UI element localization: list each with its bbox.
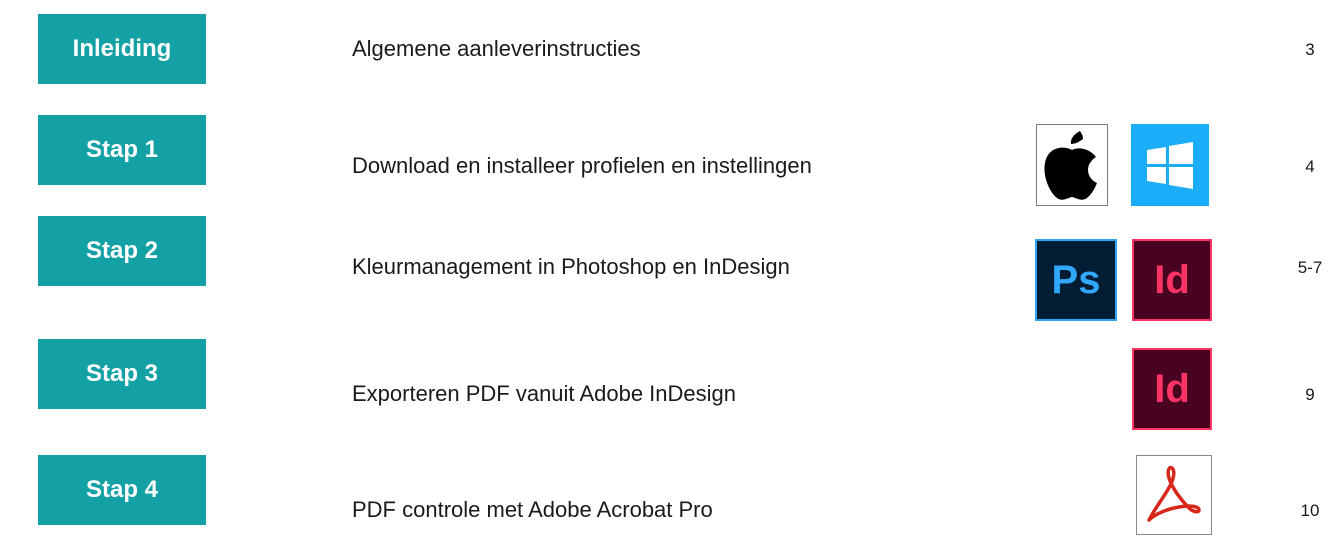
- toc-title[interactable]: Algemene aanleverinstructies: [352, 36, 641, 62]
- toc-row-stap-1: Stap 1 Download en installeer profielen …: [0, 115, 1330, 206]
- indesign-icon: Id: [1132, 348, 1212, 430]
- page-number: 3: [1305, 40, 1315, 59]
- apple-icon: [1036, 124, 1108, 206]
- toc-title[interactable]: Exporteren PDF vanuit Adobe InDesign: [352, 381, 736, 407]
- toc-row-inleiding: Inleiding Algemene aanleverinstructies 3: [0, 14, 1330, 94]
- indesign-icon-label: Id: [1154, 366, 1190, 411]
- toc-title[interactable]: Download en installeer profielen en inst…: [352, 153, 812, 179]
- indesign-icon-label: Id: [1154, 257, 1190, 302]
- photoshop-icon-label: Ps: [1051, 257, 1101, 302]
- step-badge[interactable]: Inleiding: [38, 14, 206, 84]
- step-badge[interactable]: Stap 2: [38, 216, 206, 286]
- page-number: 9: [1305, 385, 1315, 404]
- photoshop-icon: Ps: [1035, 239, 1117, 321]
- step-badge[interactable]: Stap 1: [38, 115, 206, 185]
- acrobat-icon: [1136, 455, 1212, 535]
- windows-icon: [1131, 124, 1209, 206]
- toc-row-stap-4: Stap 4 PDF controle met Adobe Acrobat Pr…: [0, 455, 1330, 535]
- indesign-icon: Id: [1132, 239, 1212, 321]
- toc-title[interactable]: Kleurmanagement in Photoshop en InDesign: [352, 254, 790, 280]
- page-number: 5-7: [1297, 258, 1323, 277]
- step-badge[interactable]: Stap 4: [38, 455, 206, 525]
- page-number: 4: [1305, 157, 1315, 176]
- step-badge[interactable]: Stap 3: [38, 339, 206, 409]
- toc-title[interactable]: PDF controle met Adobe Acrobat Pro: [352, 497, 713, 523]
- page-number: 10: [1300, 501, 1320, 520]
- toc-row-stap-3: Stap 3 Exporteren PDF vanuit Adobe InDes…: [0, 339, 1330, 430]
- toc-row-stap-2: Stap 2 Kleurmanagement in Photoshop en I…: [0, 216, 1330, 321]
